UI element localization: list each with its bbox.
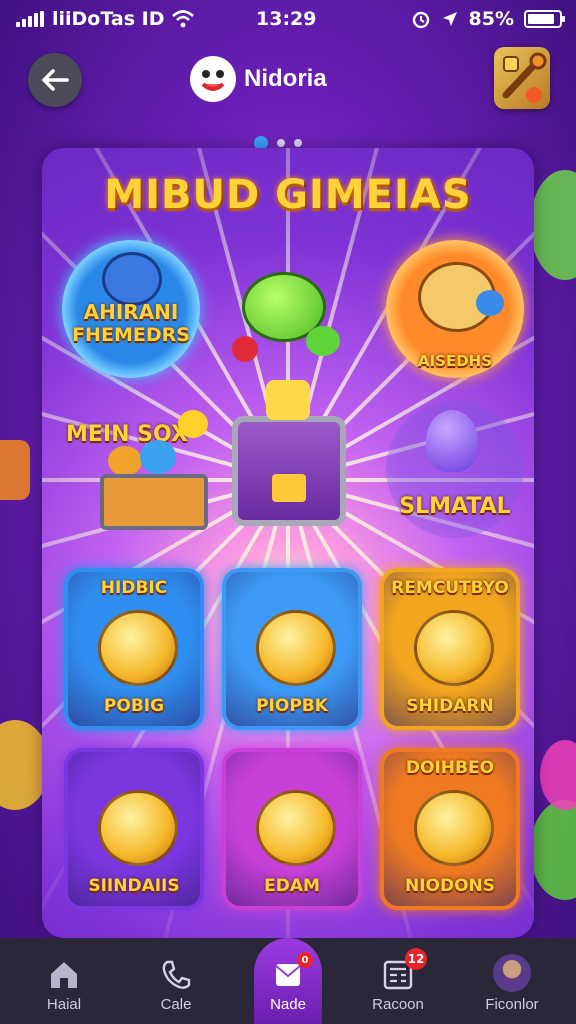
back-button[interactable] [28, 53, 82, 107]
round-label: AISEDHS [417, 352, 493, 370]
round-label: SLMATAL [399, 494, 511, 519]
tile-label: SHIDARN [406, 696, 494, 716]
nav-item-nade[interactable]: 0 Nade [238, 938, 338, 1024]
nav-item-haial[interactable]: Haial [14, 938, 114, 1024]
tile-top-label: DOIHBEO [405, 758, 495, 778]
nav-label: Cale [160, 996, 192, 1013]
bg-orange-shape-left [0, 440, 30, 500]
nav-item-racoon[interactable]: 12 Racoon [348, 938, 448, 1024]
card-title: MIBUD GIMEIAS [104, 172, 472, 218]
tile-label: EDAM [264, 876, 320, 896]
treasure-chest-icon[interactable] [232, 416, 346, 526]
game-tile[interactable]: HIDBIC POBIG [64, 568, 204, 730]
round-item-slmatal[interactable]: SLMATAL [386, 400, 524, 538]
home-icon [47, 958, 81, 992]
calculator-icon: 12 [381, 948, 427, 992]
orange-creature-icon [108, 446, 142, 476]
gem-icon [266, 380, 310, 420]
tile-top-label: HIDBIC [100, 578, 168, 598]
avatar-icon [493, 954, 531, 992]
wifi-icon [172, 10, 195, 28]
tile-top-label: REMCUTBYO [391, 578, 509, 598]
nav-label: Nade [270, 996, 306, 1013]
nav-label: Ficonlor [485, 996, 539, 1013]
nav-item-ficonlor[interactable]: Ficonlor [462, 938, 562, 1024]
nav-item-cale[interactable]: Cale [126, 938, 226, 1024]
round-label-line1: AHIRANI [83, 300, 179, 324]
tile-artwork-icon [98, 790, 178, 866]
games-card: MIBUD GIMEIAS AHIRANI FHEMEDRS AISEDHS M… [42, 148, 534, 938]
blue-bird-icon [476, 290, 504, 316]
purple-crystal-icon [426, 410, 478, 472]
nav-label: Haial [46, 996, 82, 1013]
round-label-line2: FHEMEDRS [72, 324, 190, 346]
phone-icon [159, 958, 193, 992]
tile-label: PIOPBK [256, 696, 328, 716]
status-time: 13:29 [256, 8, 317, 30]
tile-label: SIINDAIIS [88, 876, 180, 896]
carrier-name: liiDoTas ID [52, 8, 165, 30]
chest-lock-icon [272, 474, 306, 502]
signal-icon [16, 11, 44, 27]
carousel-dot[interactable] [277, 139, 285, 147]
game-tile[interactable]: EDAM [222, 748, 362, 910]
status-right: 85% [411, 8, 565, 30]
round-item-friends[interactable]: AHIRANI FHEMEDRS [62, 240, 200, 378]
status-bar: liiDoTas ID 13:29 85% [0, 0, 576, 38]
battery-icon [524, 10, 565, 28]
bg-pink-blob-right [540, 740, 576, 810]
bg-green-blob-bottom [530, 800, 576, 900]
game-tile[interactable]: DOIHBEO NIODONS [380, 748, 520, 910]
blue-monster-icon [102, 252, 162, 306]
game-tile[interactable]: PIOPBK [222, 568, 362, 730]
tile-label: NIODONS [404, 876, 496, 896]
app-header: Nidoria [190, 56, 327, 102]
app-title: Nidoria [244, 65, 327, 92]
toolbox-button[interactable] [494, 47, 550, 109]
bg-green-blob-right [530, 170, 576, 280]
tile-artwork-icon [414, 790, 494, 866]
red-berry-icon [232, 336, 258, 362]
tile-artwork-icon [98, 610, 178, 686]
round-item-mein-sox[interactable]: MEIN SOX [60, 404, 208, 534]
arrow-left-icon [42, 69, 69, 91]
blue-creature-icon [140, 440, 176, 474]
small-chest-icon [100, 474, 208, 530]
yellow-creature-icon [178, 410, 208, 438]
toolbox-icon [502, 52, 547, 103]
location-icon [442, 12, 457, 26]
notification-badge: 12 [405, 948, 427, 970]
round-item-aisedhs[interactable]: AISEDHS [386, 240, 524, 378]
battery-percent: 85% [468, 8, 514, 30]
game-tile[interactable]: REMCUTBYO SHIDARN [380, 568, 520, 730]
tile-label: POBIG [103, 696, 165, 716]
nav-label: Racoon [372, 996, 424, 1013]
tile-artwork-icon [414, 610, 494, 686]
carousel-dot[interactable] [294, 139, 302, 147]
tile-artwork-icon [256, 790, 336, 866]
app-logo-icon [190, 56, 236, 102]
game-tile[interactable]: SIINDAIIS [64, 748, 204, 910]
envelope-icon: 0 [271, 952, 313, 992]
tile-artwork-icon [256, 610, 336, 686]
green-apple-icon [306, 326, 340, 356]
alarm-icon [412, 11, 429, 29]
notification-badge: 0 [297, 952, 313, 968]
status-left: liiDoTas ID [16, 8, 195, 30]
